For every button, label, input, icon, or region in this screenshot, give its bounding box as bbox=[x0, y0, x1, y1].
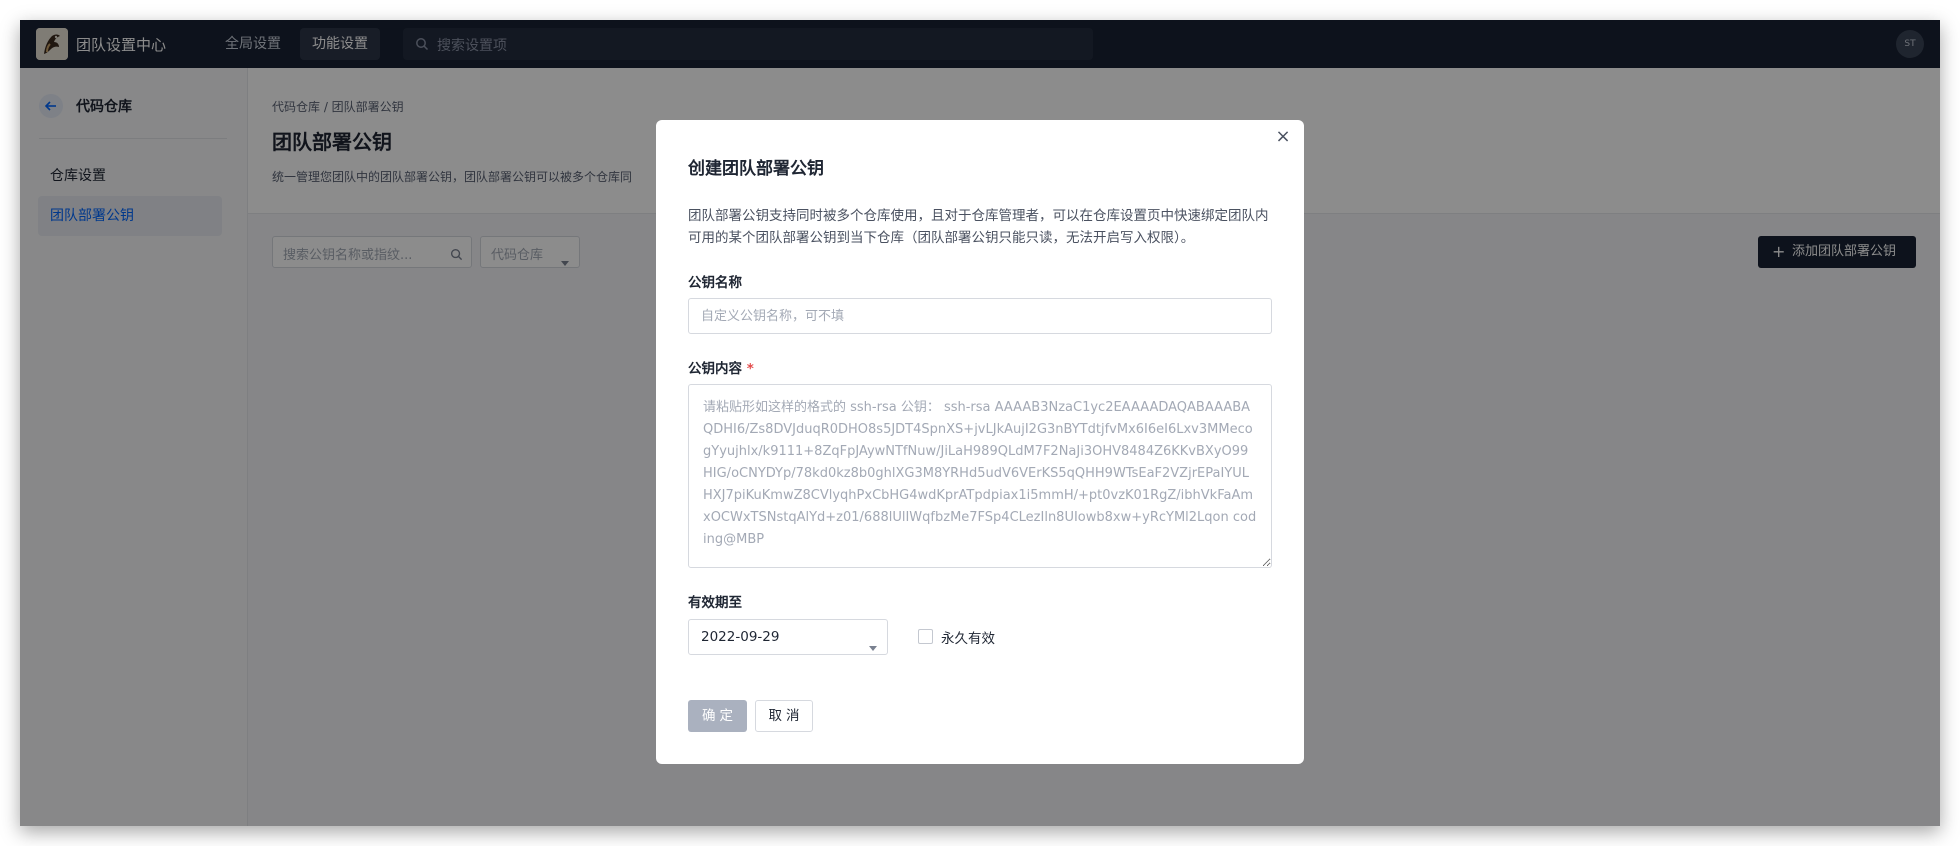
modal-title: 创建团队部署公钥 bbox=[688, 159, 824, 179]
forever-valid-label[interactable]: 永久有效 bbox=[941, 627, 995, 647]
modal-description: 团队部署公钥支持同时被多个仓库使用，且对于仓库管理者，可以在仓库设置页中快速绑定… bbox=[688, 208, 1269, 246]
key-name-input[interactable] bbox=[688, 298, 1272, 334]
expire-label: 有效期至 bbox=[688, 595, 742, 611]
key-content-textarea[interactable] bbox=[688, 384, 1272, 568]
key-name-label: 公钥名称 bbox=[688, 275, 742, 291]
create-deploy-key-modal: × 创建团队部署公钥 团队部署公钥支持同时被多个仓库使用，且对于仓库管理者，可以… bbox=[656, 120, 1304, 764]
caret-down-icon bbox=[869, 636, 877, 655]
cancel-button[interactable]: 取消 bbox=[755, 700, 813, 732]
key-content-label-text: 公钥内容 bbox=[688, 361, 742, 377]
required-mark: * bbox=[746, 361, 754, 377]
forever-valid-checkbox[interactable] bbox=[918, 629, 933, 644]
app-window: 团队设置中心 全局设置 功能设置 搜索设置项 ST 代码仓库 仓库设置 团队部署… bbox=[20, 20, 1940, 826]
expire-date-value: 2022-09-29 bbox=[701, 629, 780, 645]
confirm-button[interactable]: 确定 bbox=[688, 700, 747, 732]
close-icon[interactable]: × bbox=[1272, 126, 1294, 148]
expire-date-select[interactable]: 2022-09-29 bbox=[688, 619, 888, 655]
key-content-label: 公钥内容 * bbox=[688, 357, 754, 377]
